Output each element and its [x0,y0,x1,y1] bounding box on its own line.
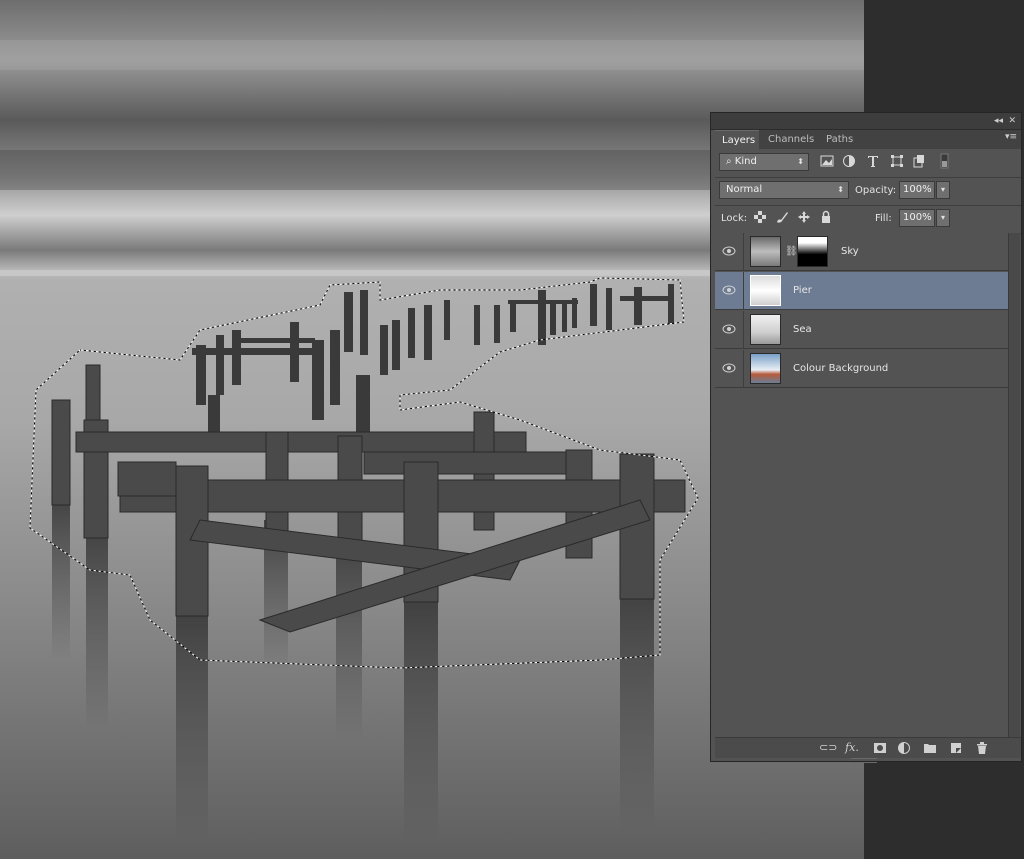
layer-thumbnail [750,275,781,306]
fill-input[interactable]: 100% [899,209,935,227]
lock-all-icon[interactable] [819,210,833,224]
link-layers-icon[interactable]: ⊂⊃ [819,741,837,755]
divider [743,350,744,388]
layer-thumbnail [750,236,781,267]
layer-name: Colour Background [793,363,889,374]
panel-resize-grip[interactable] [851,758,877,763]
collapse-icon[interactable]: ◂◂ [994,114,1003,128]
eye-icon[interactable] [722,323,736,335]
smart-object-filter-icon[interactable] [911,153,927,169]
adjustment-filter-icon[interactable] [841,153,857,169]
panel-tabs: Layers Channels Paths ▾≡ [715,130,1021,149]
layers-scrollbar[interactable] [1008,233,1020,737]
fill-slider-button[interactable]: ▾ [936,209,950,227]
filter-row: ⌕ Kind ⬍ [715,149,1021,178]
filter-kind-label: Kind [734,156,757,167]
blend-mode-dropdown[interactable]: Normal ⬍ [719,181,849,199]
fill-label: Fill: [875,213,892,224]
layer-name: Sky [841,246,859,257]
panel-menu-icon[interactable]: ▾≡ [1005,132,1017,142]
panel-titlebar[interactable]: ◂◂ ✕ [711,113,1021,130]
divider [743,233,744,271]
new-group-icon[interactable] [923,741,937,755]
opacity-slider-button[interactable]: ▾ [936,181,950,199]
close-icon[interactable]: ✕ [1008,114,1016,128]
divider [743,272,744,310]
image-filter-icon[interactable] [819,153,835,169]
divider [743,311,744,349]
tab-layers[interactable]: Layers [715,130,759,149]
layers-list: ⛓ Sky Pier Sea Colour Background [715,233,1008,737]
adjustment-layer-icon[interactable] [897,741,911,755]
trash-icon[interactable] [975,741,989,755]
lock-pixels-icon[interactable] [775,210,789,224]
blend-row: Normal ⬍ Opacity: 100% ▾ [715,177,1021,206]
eye-icon[interactable] [722,245,736,257]
chevron-updown-icon: ⬍ [797,157,804,166]
fx-icon[interactable]: fx. [845,741,859,755]
eye-icon[interactable] [722,362,736,374]
layer-sky[interactable]: ⛓ Sky [715,233,1008,271]
panel-bottom-bar: ⊂⊃ fx. [715,737,1021,758]
add-mask-icon[interactable] [873,741,887,755]
eye-icon[interactable] [722,284,736,296]
lock-row: Lock: Fill: 100% ▾ [715,205,1021,234]
lock-position-icon[interactable] [797,210,811,224]
lock-label: Lock: [721,213,748,224]
blend-mode-value: Normal [726,184,763,195]
lock-transparent-icon[interactable] [753,210,767,224]
opacity-input[interactable]: 100% [899,181,935,199]
filter-kind-dropdown[interactable]: ⌕ Kind ⬍ [719,153,809,171]
shape-filter-icon[interactable] [889,153,905,169]
layer-thumbnail [750,353,781,384]
layer-name: Pier [793,285,812,296]
tab-paths[interactable]: Paths [819,130,859,149]
tab-channels[interactable]: Channels [761,130,817,149]
layer-pier[interactable]: Pier [715,272,1008,310]
search-icon: ⌕ [726,156,732,167]
layer-thumbnail [750,314,781,345]
chain-link-icon[interactable]: ⛓ [785,246,798,257]
layer-sea[interactable]: Sea [715,311,1008,349]
layer-name: Sea [793,324,812,335]
new-layer-icon[interactable] [949,741,963,755]
type-filter-icon[interactable] [865,153,881,169]
chevron-updown-icon: ⬍ [837,185,844,194]
layers-panel: ◂◂ ✕ Layers Channels Paths ▾≡ ⌕ Kind ⬍ N… [710,112,1022,763]
layer-colour-background[interactable]: Colour Background [715,350,1008,388]
layer-mask-thumbnail[interactable] [797,236,828,267]
opacity-label: Opacity: [855,185,897,196]
filter-toggle-icon[interactable] [937,153,953,169]
